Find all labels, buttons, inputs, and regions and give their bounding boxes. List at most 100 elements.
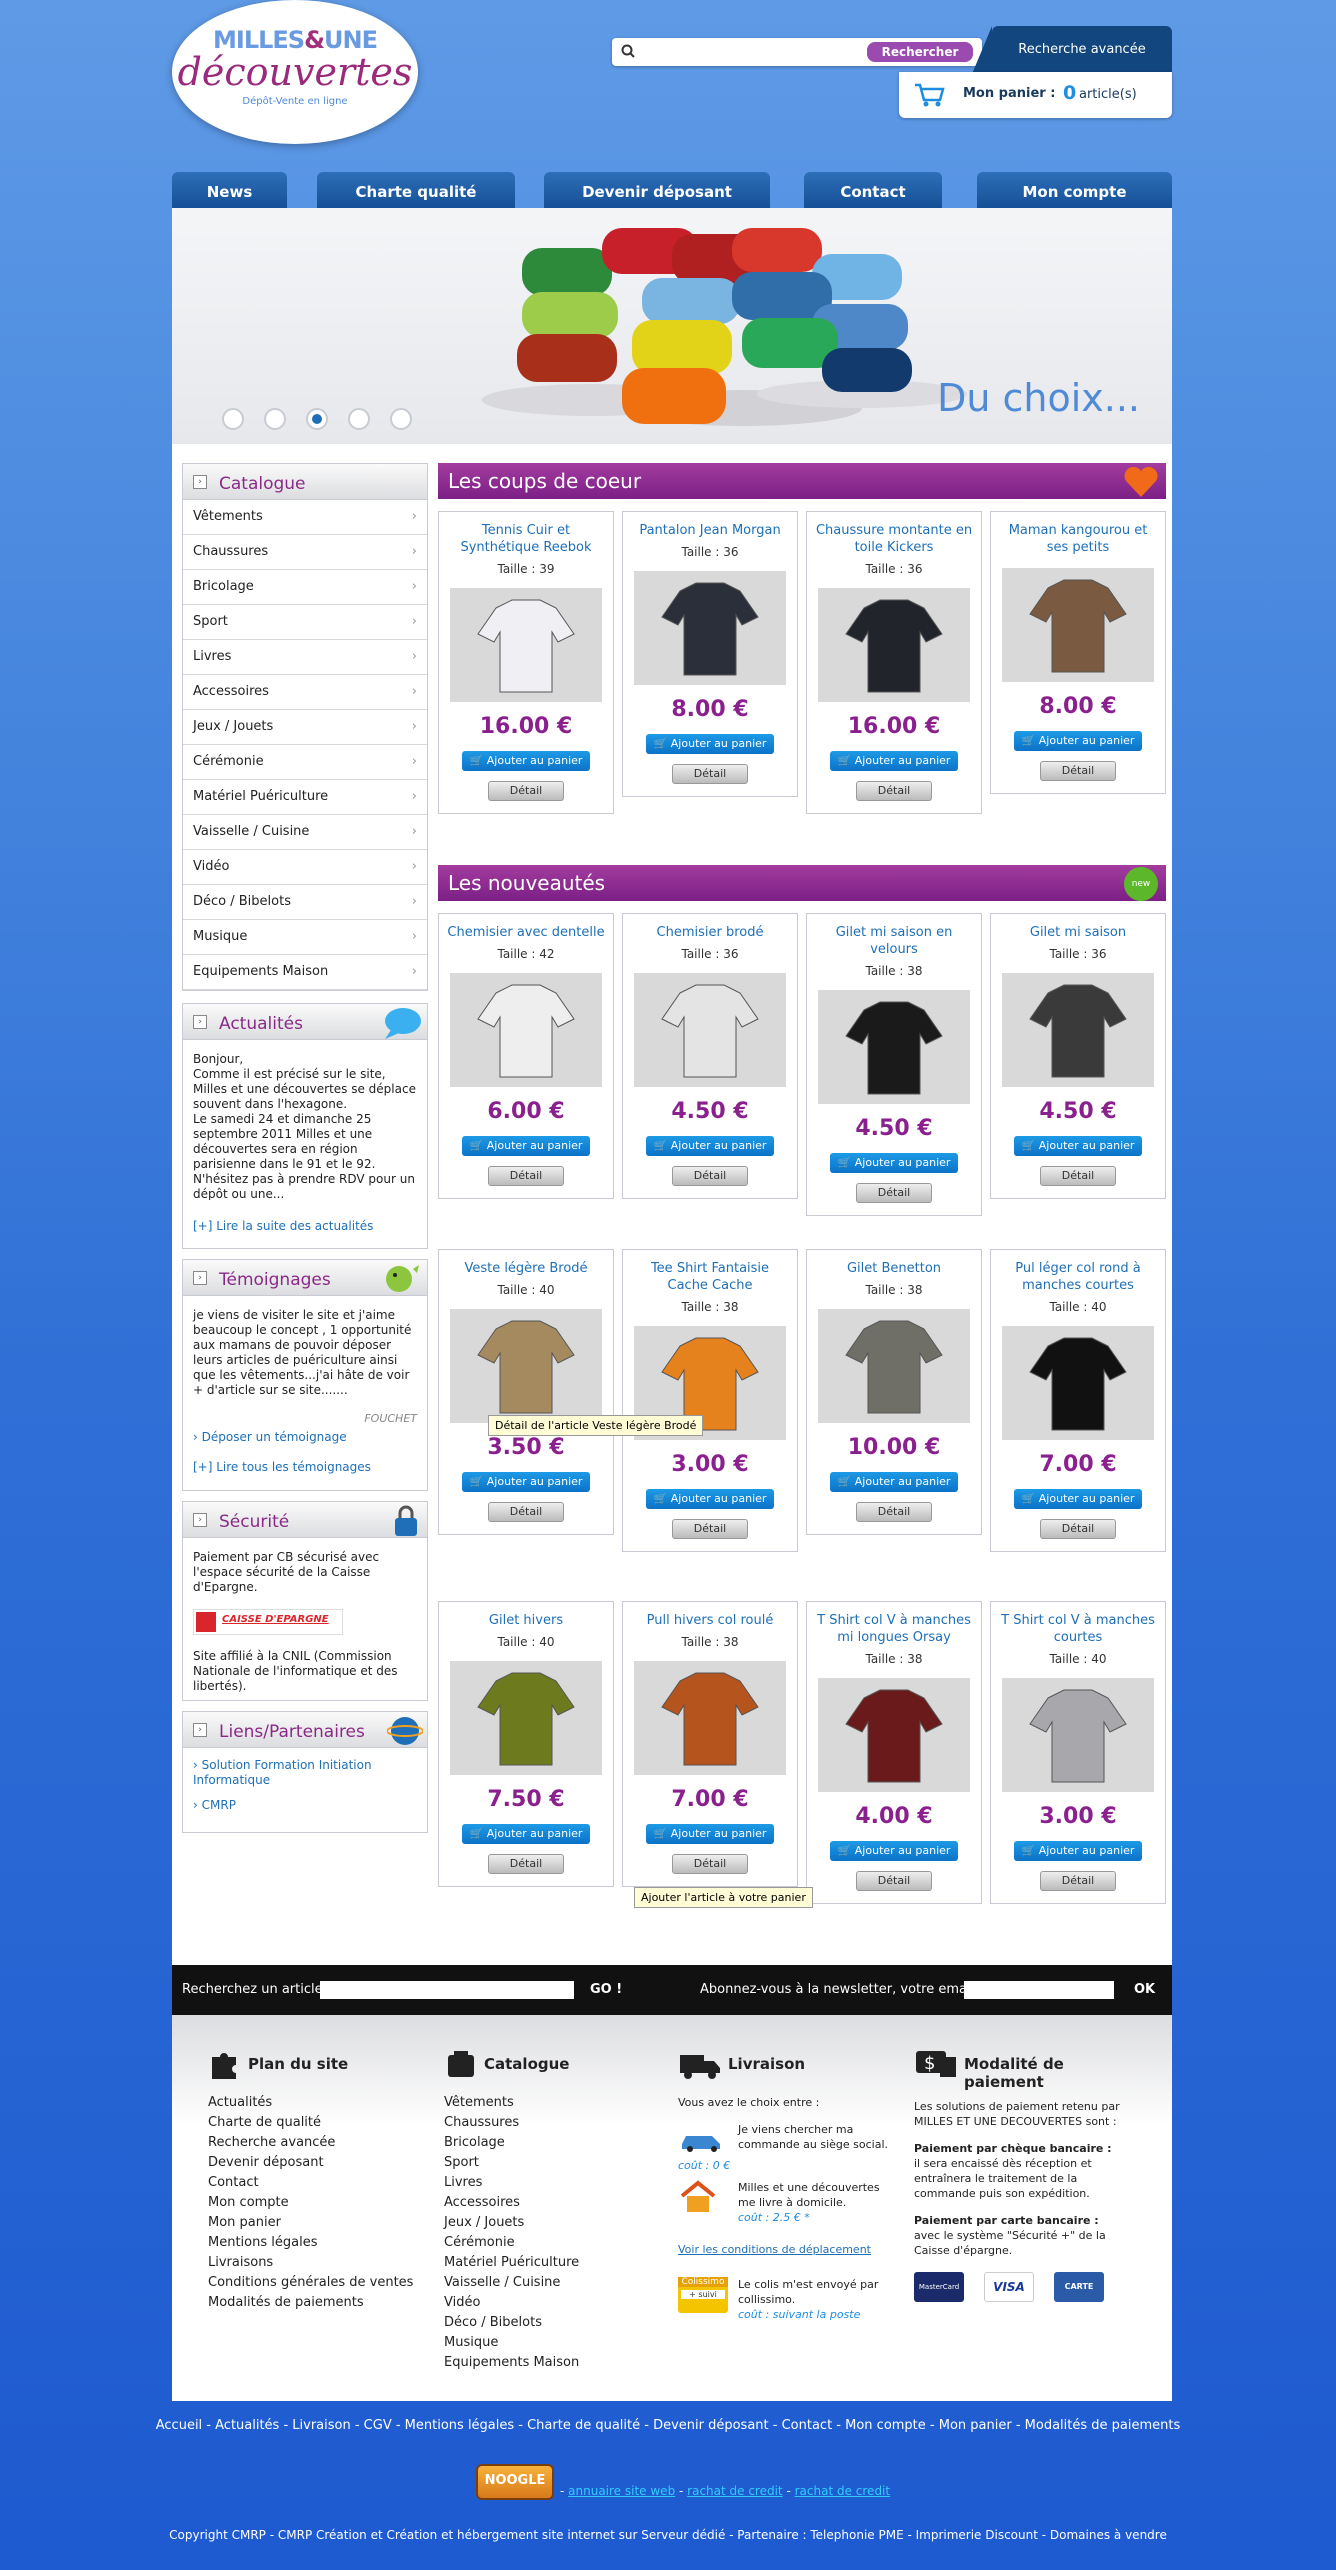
product-image[interactable] — [450, 588, 602, 702]
product-image[interactable] — [1002, 1678, 1154, 1792]
product-name[interactable]: Chemisier avec dentelle — [439, 914, 613, 941]
product-name[interactable]: Gilet mi saison — [991, 914, 1165, 941]
product-image[interactable] — [818, 1678, 970, 1792]
add-to-cart-button[interactable]: 🛒 Ajouter au panier — [462, 1824, 590, 1844]
detail-button[interactable]: Détail — [672, 764, 748, 784]
add-to-cart-button[interactable]: 🛒 Ajouter au panier — [830, 1472, 958, 1492]
footer-links[interactable]: Accueil - Actualités - Livraison - CGV -… — [0, 2418, 1336, 2433]
product-image[interactable] — [450, 973, 602, 1087]
add-to-cart-button[interactable]: 🛒 Ajouter au panier — [646, 1136, 774, 1156]
category-item[interactable]: Vaisselle / Cuisine › — [183, 815, 427, 850]
sitemap-link[interactable]: Contact — [208, 2173, 438, 2193]
add-to-cart-button[interactable]: 🛒 Ajouter au panier — [462, 1136, 590, 1156]
noogle-link-credit[interactable]: rachat de credit — [687, 2484, 782, 2498]
category-item[interactable]: Bricolage › — [183, 570, 427, 605]
detail-button[interactable]: Détail — [856, 1871, 932, 1891]
category-item[interactable]: Accessoires › — [183, 675, 427, 710]
footer-category-link[interactable]: Chaussures — [444, 2113, 674, 2133]
advanced-search-link[interactable]: Recherche avancée — [972, 26, 1172, 74]
footer-category-link[interactable]: Jeux / Jouets — [444, 2213, 674, 2233]
footer-category-link[interactable]: Matériel Puériculture — [444, 2253, 674, 2273]
product-image[interactable] — [1002, 1326, 1154, 1440]
add-to-cart-button[interactable]: 🛒 Ajouter au panier — [830, 1841, 958, 1861]
category-item[interactable]: Chaussures › — [183, 535, 427, 570]
nav-contact[interactable]: Contact — [804, 172, 942, 210]
detail-button[interactable]: Détail — [856, 1502, 932, 1522]
sitemap-link[interactable]: Mon compte — [208, 2193, 438, 2213]
add-to-cart-button[interactable]: 🛒 Ajouter au panier — [1014, 731, 1142, 751]
product-name[interactable]: Chaussure montante en toile Kickers — [807, 512, 981, 556]
product-name[interactable]: Pull hivers col roulé — [623, 1602, 797, 1629]
slider-dot[interactable] — [222, 408, 244, 430]
partner-link[interactable]: › Solution Formation Initiation Informat… — [183, 1748, 427, 1788]
detail-button[interactable]: Détail — [856, 1183, 932, 1203]
add-to-cart-button[interactable]: 🛒 Ajouter au panier — [646, 1824, 774, 1844]
slider-dot[interactable] — [390, 408, 412, 430]
detail-button[interactable]: Détail — [1040, 1166, 1116, 1186]
delivery-conditions-link[interactable]: Voir les conditions de déplacement — [678, 2242, 908, 2257]
newsletter-email-input[interactable] — [964, 1981, 1114, 1999]
category-item[interactable]: Musique › — [183, 920, 427, 955]
partner-link[interactable]: › CMRP — [183, 1788, 427, 1812]
add-to-cart-button[interactable]: 🛒 Ajouter au panier — [462, 751, 590, 771]
footer-category-link[interactable]: Accessoires — [444, 2193, 674, 2213]
detail-button[interactable]: Détail — [856, 781, 932, 801]
newsletter-ok-button[interactable]: OK — [1134, 1982, 1155, 1997]
nav-charte-qualite[interactable]: Charte qualité — [317, 172, 515, 210]
product-name[interactable]: Maman kangourou et ses petits — [991, 512, 1165, 556]
footer-category-link[interactable]: Cérémonie — [444, 2233, 674, 2253]
post-testimonial-link[interactable]: › Déposer un témoignage — [193, 1430, 347, 1444]
add-to-cart-button[interactable]: 🛒 Ajouter au panier — [1014, 1489, 1142, 1509]
footer-category-link[interactable]: Musique — [444, 2333, 674, 2353]
nav-mon-compte[interactable]: Mon compte — [977, 172, 1172, 210]
news-read-more-link[interactable]: [+] Lire la suite des actualités — [193, 1219, 373, 1233]
search-button[interactable]: Rechercher — [867, 42, 973, 62]
noogle-link-annuaire[interactable]: annuaire site web — [568, 2484, 675, 2498]
product-image[interactable] — [818, 588, 970, 702]
detail-button[interactable]: Détail — [672, 1519, 748, 1539]
sitemap-link[interactable]: Mon panier — [208, 2213, 438, 2233]
product-image[interactable] — [1002, 568, 1154, 682]
nav-news[interactable]: News — [172, 172, 287, 210]
footer-category-link[interactable]: Livres — [444, 2173, 674, 2193]
add-to-cart-button[interactable]: 🛒 Ajouter au panier — [1014, 1136, 1142, 1156]
sitemap-link[interactable]: Devenir déposant — [208, 2153, 438, 2173]
slider-dot-active[interactable] — [306, 408, 328, 430]
detail-button[interactable]: Détail — [1040, 1519, 1116, 1539]
product-image[interactable] — [634, 1661, 786, 1775]
product-name[interactable]: Gilet Benetton — [807, 1250, 981, 1277]
product-image[interactable] — [818, 990, 970, 1104]
detail-button[interactable]: Détail — [1040, 761, 1116, 781]
product-name[interactable]: Chemisier brodé — [623, 914, 797, 941]
bottom-search-input[interactable] — [320, 1981, 574, 1999]
sitemap-link[interactable]: Conditions générales de ventes — [208, 2273, 438, 2293]
bottom-search-go-button[interactable]: GO ! — [590, 1982, 622, 1997]
product-image[interactable] — [818, 1309, 970, 1423]
product-name[interactable]: Gilet mi saison en velours — [807, 914, 981, 958]
category-item[interactable]: Jeux / Jouets › — [183, 710, 427, 745]
footer-category-link[interactable]: Déco / Bibelots — [444, 2313, 674, 2333]
detail-button[interactable]: Détail — [488, 1854, 564, 1874]
add-to-cart-button[interactable]: 🛒 Ajouter au panier — [830, 1153, 958, 1173]
add-to-cart-button[interactable]: 🛒 Ajouter au panier — [830, 751, 958, 771]
nav-devenir-deposant[interactable]: Devenir déposant — [544, 172, 770, 210]
cart-summary[interactable]: Mon panier : 0 article(s) — [899, 72, 1172, 118]
product-name[interactable]: T Shirt col V à manches mi longues Orsay — [807, 1602, 981, 1646]
product-image[interactable] — [634, 571, 786, 685]
category-item[interactable]: Cérémonie › — [183, 745, 427, 780]
product-image[interactable] — [450, 1309, 602, 1423]
add-to-cart-button[interactable]: 🛒 Ajouter au panier — [462, 1472, 590, 1492]
category-item[interactable]: Equipements Maison › — [183, 955, 427, 990]
category-item[interactable]: Vêtements › — [183, 500, 427, 535]
testimonials-read-all-link[interactable]: [+] Lire tous les témoignages — [193, 1460, 371, 1474]
sitemap-link[interactable]: Modalités de paiements — [208, 2293, 438, 2313]
sitemap-link[interactable]: Charte de qualité — [208, 2113, 438, 2133]
product-image[interactable] — [634, 973, 786, 1087]
product-name[interactable]: Tennis Cuir et Synthétique Reebok — [439, 512, 613, 556]
product-image[interactable] — [1002, 973, 1154, 1087]
site-logo[interactable]: MILLES&UNE découvertes Dépôt-Vente en li… — [172, 0, 418, 144]
slider-dot[interactable] — [348, 408, 370, 430]
detail-button[interactable]: Détail — [672, 1854, 748, 1874]
category-item[interactable]: Déco / Bibelots › — [183, 885, 427, 920]
sitemap-link[interactable]: Livraisons — [208, 2253, 438, 2273]
